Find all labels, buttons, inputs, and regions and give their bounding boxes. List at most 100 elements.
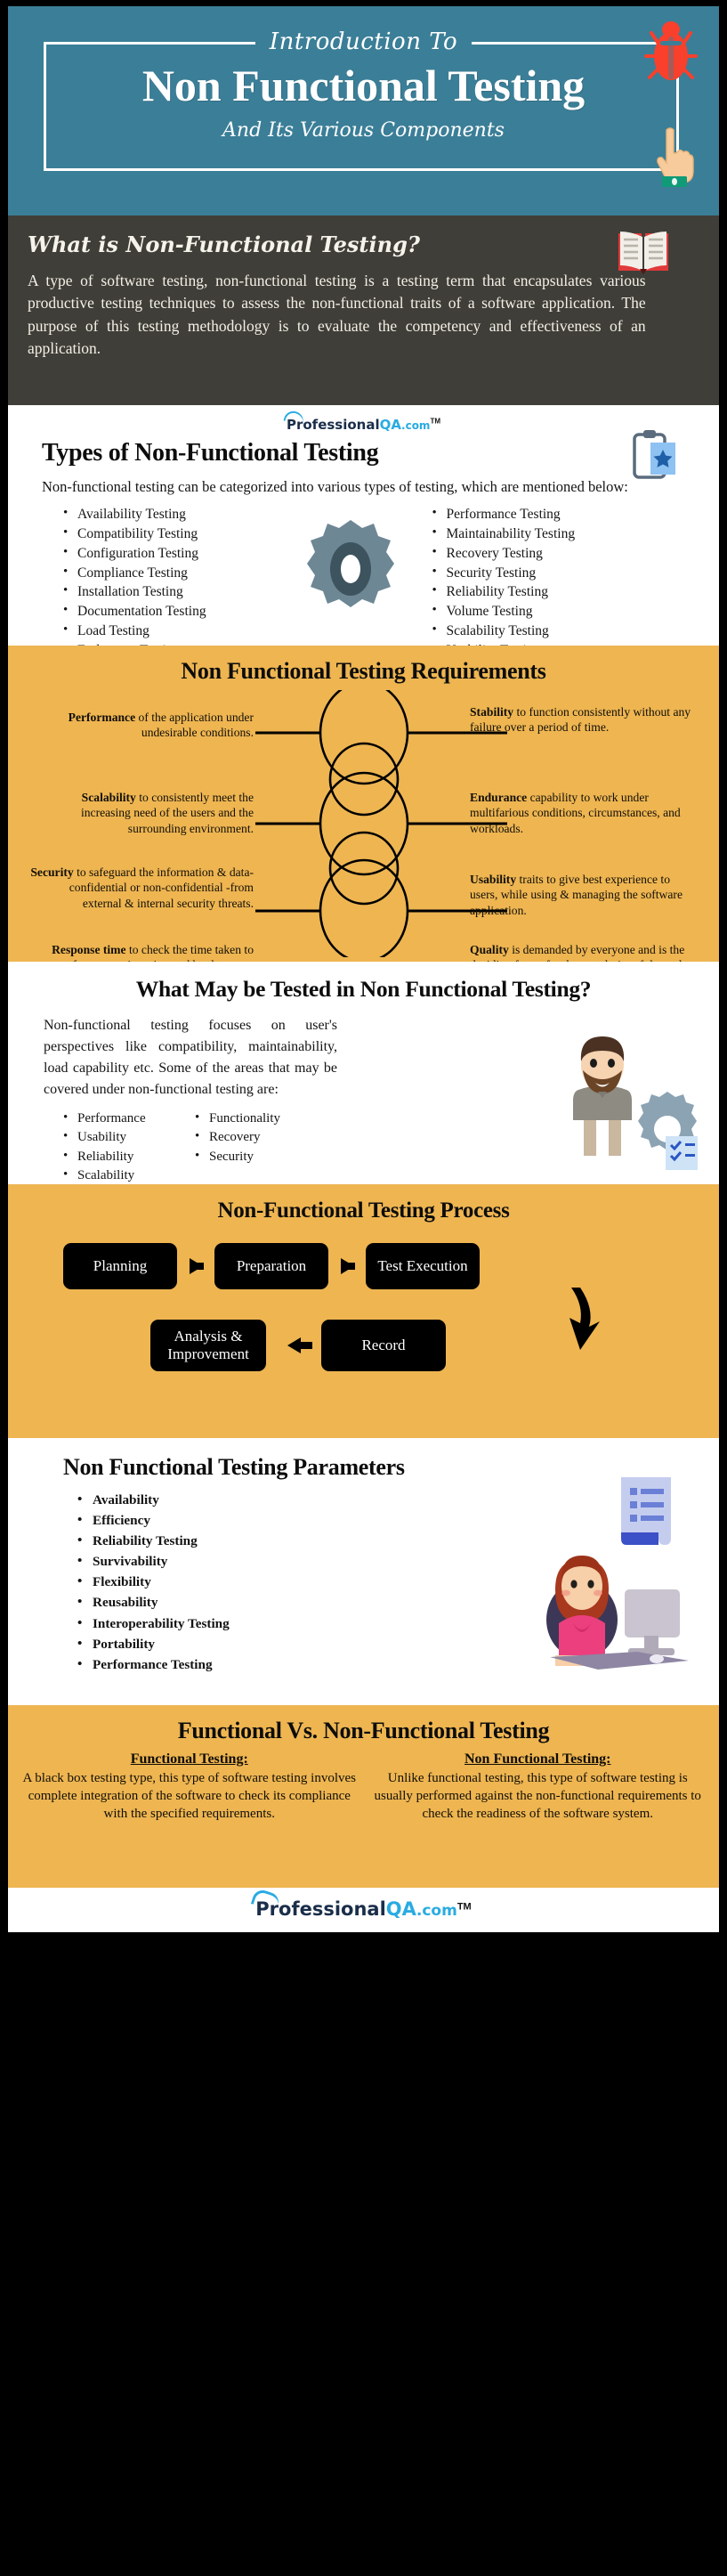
clipboard-star-icon: [633, 430, 675, 479]
list-item: Recovery: [195, 1127, 319, 1147]
logo-tm-text: TM: [456, 1901, 472, 1913]
comparison-functional-column: Functional Testing: A black box testing …: [22, 1751, 357, 1824]
process-step-record[interactable]: Record: [321, 1320, 446, 1371]
requirement-right-stability: Stability to function consistently witho…: [470, 704, 692, 735]
gear-icon: [307, 520, 394, 607]
comparison-right-heading: Non Functional Testing:: [464, 1751, 611, 1767]
professionalqa-logo: ProfessionalQA.comTM: [283, 408, 440, 433]
logo-com-text: .com: [416, 1902, 457, 1920]
gear-checklist-icon: [638, 1092, 698, 1170]
requirement-term: Quality: [470, 943, 509, 956]
process-step-planning[interactable]: Planning: [63, 1243, 177, 1289]
maybe-left-list: Performance Usability Reliability Scalab…: [63, 1109, 179, 1186]
requirement-term: Scalability: [81, 791, 136, 804]
curved-arrow-icon: [569, 1288, 600, 1350]
header-text-block: Introduction To Non Functional Testing A…: [8, 29, 719, 142]
pointing-hand-icon: [657, 127, 694, 187]
comparison-left-body: A black box testing type, this type of s…: [22, 1771, 357, 1821]
maybe-right-list: Functionality Recovery Security: [195, 1109, 319, 1186]
types-title: Types of Non-Functional Testing: [42, 439, 379, 467]
woman-at-computer-icon: [546, 1556, 689, 1670]
list-item: Maintainability Testing: [432, 524, 697, 544]
list-item: Load Testing: [63, 621, 327, 641]
comparison-section: Functional Vs. Non-Functional Testing Fu…: [8, 1705, 719, 1888]
page-title: Non Functional Testing: [141, 60, 586, 110]
requirement-term: Security: [30, 865, 74, 879]
definition-body: A type of software testing, non-function…: [28, 272, 646, 358]
logo-tm-text: TM: [430, 417, 440, 426]
list-item: Compliance Testing: [63, 563, 327, 583]
process-section: Non-Functional Testing Process Planning …: [8, 1184, 719, 1438]
requirement-left-performance: Performance of the application under und…: [29, 710, 254, 741]
process-curve-wrap: [26, 1288, 701, 1350]
maybe-tested-title: What May be Tested in Non Functional Tes…: [135, 976, 592, 1002]
definition-section: What is Non-Functional Testing? A type o…: [8, 215, 719, 405]
list-item: Reliability: [63, 1147, 179, 1166]
types-section: ProfessionalQA.comTM Types of Non-Functi…: [8, 405, 719, 678]
comparison-columns: Functional Testing: A black box testing …: [22, 1751, 705, 1824]
list-item: Availability: [77, 1489, 696, 1510]
list-item: Volume Testing: [432, 601, 697, 622]
comparison-title: Functional Vs. Non-Functional Testing: [177, 1718, 550, 1743]
parameters-section: Non Functional Testing Parameters Availa…: [8, 1438, 719, 1705]
list-item: Security Testing: [432, 563, 697, 583]
header-banner: Introduction To Non Functional Testing A…: [8, 6, 719, 215]
logo-com-text: .com: [401, 419, 431, 432]
comparison-left-heading: Functional Testing:: [130, 1751, 248, 1767]
requirements-diagram: Performance of the application under und…: [22, 690, 705, 987]
process-step-test-execution[interactable]: Test Execution: [366, 1243, 480, 1289]
list-item: Availability Testing: [63, 504, 327, 524]
what-may-be-tested-section: What May be Tested in Non Functional Tes…: [8, 962, 719, 1186]
list-item: Performance: [63, 1109, 179, 1128]
comparison-right-body: Unlike functional testing, this type of …: [374, 1771, 701, 1821]
requirements-title: Non Functional Testing Requirements: [181, 658, 546, 684]
logo-qa-text: QA: [385, 1898, 416, 1920]
list-item: Scalability Testing: [432, 621, 697, 641]
requirement-right-endurance: Endurance capability to work under multi…: [470, 790, 692, 836]
list-item: Performance Testing: [432, 504, 697, 524]
process-step-preparation[interactable]: Preparation: [214, 1243, 328, 1289]
requirements-section: Non Functional Testing Requirements Perf…: [8, 646, 719, 987]
process-row-1: Planning Preparation Test Execution: [63, 1243, 701, 1289]
bug-icon: [644, 21, 698, 80]
header-eyebrow: Introduction To: [254, 29, 473, 55]
process-title: Non-Functional Testing Process: [217, 1199, 510, 1223]
list-item: Security: [195, 1147, 319, 1166]
logo-qa-text: QA: [379, 417, 402, 433]
list-item: Recovery Testing: [432, 543, 697, 564]
requirement-term: Endurance: [470, 791, 528, 804]
list-item: Configuration Testing: [63, 543, 327, 564]
list-item: Scalability: [63, 1166, 179, 1185]
list-item: Reliability Testing: [432, 581, 697, 602]
process-step-analysis-improvement[interactable]: Analysis & Improvement: [150, 1320, 266, 1371]
parameters-title: Non Functional Testing Parameters: [63, 1454, 405, 1480]
requirement-text: to safeguard the information & data-conf…: [69, 865, 254, 910]
open-book-icon: [618, 232, 668, 274]
requirement-right-usability: Usability traits to give best experience…: [470, 872, 692, 918]
requirement-term: Stability: [470, 705, 514, 719]
list-item: Installation Testing: [63, 581, 327, 602]
arrow-left-icon: [287, 1337, 312, 1353]
comparison-nonfunctional-column: Non Functional Testing: Unlike functiona…: [371, 1751, 706, 1824]
maybe-tested-body: Non-functional testing focuses on user's…: [44, 1018, 337, 1097]
requirement-text: of the application under undesirable con…: [135, 711, 254, 740]
infographic-page: Introduction To Non Functional Testing A…: [0, 0, 727, 2576]
footer-brand-bar: ProfessionalQA.comTM: [8, 1887, 719, 1932]
list-item: Usability: [63, 1127, 179, 1147]
requirement-term: Usability: [470, 873, 517, 886]
header-subtitle: And Its Various Components: [210, 119, 517, 142]
arrow-right-icon: [340, 1258, 355, 1274]
requirement-left-scalability: Scalability to consistently meet the inc…: [29, 790, 254, 836]
brand-logo-top: ProfessionalQA.comTM: [31, 408, 696, 434]
list-item: Compatibility Testing: [63, 524, 327, 544]
requirement-term: Response time: [52, 943, 126, 956]
list-item: Functionality: [195, 1109, 319, 1128]
definition-title: What is Non-Functional Testing?: [28, 232, 420, 257]
requirement-term: Performance: [68, 711, 136, 724]
list-item: Efficiency: [77, 1509, 696, 1531]
list-item: Documentation Testing: [63, 601, 327, 622]
types-lead-text: Non-functional testing can be categorize…: [42, 478, 628, 495]
professionalqa-logo-footer[interactable]: ProfessionalQA.comTM: [251, 1887, 472, 1920]
arrow-right-icon: [189, 1258, 204, 1274]
requirement-left-security: Security to safeguard the information & …: [29, 865, 254, 911]
